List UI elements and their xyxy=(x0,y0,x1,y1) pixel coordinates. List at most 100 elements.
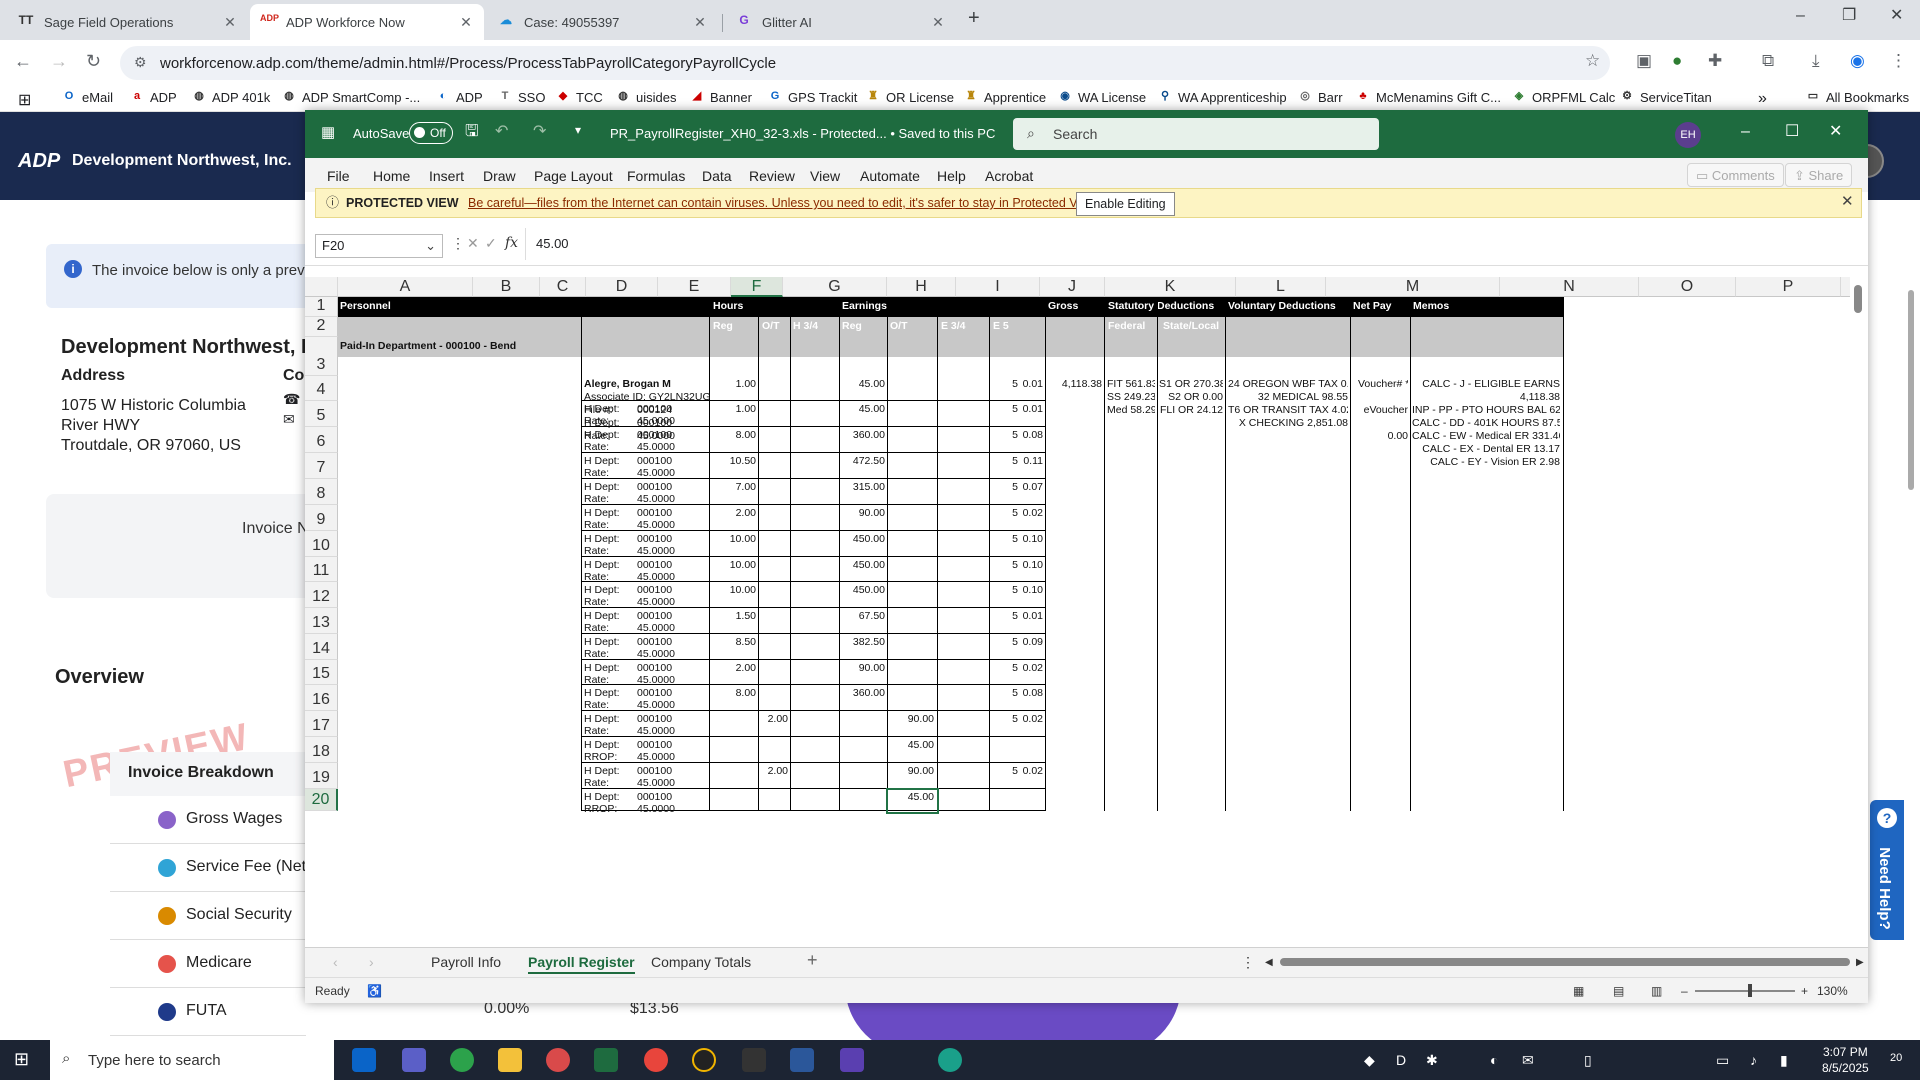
notification-badge[interactable]: 20 xyxy=(1890,1052,1902,1064)
more-bookmarks-icon[interactable]: » xyxy=(1758,90,1767,108)
browser-tab-active[interactable]: ADP ADP Workforce Now ✕ xyxy=(250,4,484,40)
ribbon-tab-draw[interactable]: Draw xyxy=(483,168,516,184)
app-icon[interactable] xyxy=(450,1048,474,1072)
adp-logo[interactable]: ADP xyxy=(18,150,60,173)
spreadsheet-grid[interactable]: ABCDEFGHIJKLMNOPQR 123456789101112131415… xyxy=(305,277,1850,947)
bookmark-item[interactable]: ◐ ADP xyxy=(436,90,483,105)
teams-icon[interactable] xyxy=(402,1048,426,1072)
taskbar-search[interactable]: ⌕ Type here to search xyxy=(50,1040,334,1080)
app-icon[interactable] xyxy=(840,1048,864,1072)
column-header-h[interactable]: H xyxy=(887,277,956,297)
bookmark-item[interactable]: ◍ ADP 401k xyxy=(192,90,270,105)
bookmark-item[interactable]: ◎ Barr xyxy=(1298,90,1342,105)
redo-icon[interactable]: ↷ xyxy=(533,124,546,140)
acrobat-icon[interactable] xyxy=(742,1048,766,1072)
app-icon[interactable] xyxy=(546,1048,570,1072)
ribbon-tab-acrobat[interactable]: Acrobat xyxy=(985,168,1033,184)
browser-tab[interactable]: TT Sage Field Operations ✕ xyxy=(8,4,248,40)
column-header-n[interactable]: N xyxy=(1500,277,1639,297)
bookmark-item[interactable]: ◈ ORPFML Calc xyxy=(1512,90,1616,105)
row-header-18[interactable]: 18 xyxy=(305,737,338,763)
zoom-in-icon[interactable]: + xyxy=(1801,984,1808,998)
cancel-icon[interactable]: ✕ xyxy=(467,236,479,250)
bookmark-star-icon[interactable]: ☆ xyxy=(1585,52,1600,69)
next-sheet-icon[interactable]: › xyxy=(369,954,374,970)
extension-icon[interactable]: ● xyxy=(1672,52,1682,69)
row-header-1[interactable]: 1 xyxy=(305,297,338,317)
need-help-button[interactable]: ? Need Help? xyxy=(1870,800,1904,940)
close-icon[interactable]: ✕ xyxy=(1829,124,1842,140)
tray-icon[interactable]: D xyxy=(1396,1052,1406,1068)
more-icon[interactable]: ⋮ xyxy=(1241,954,1255,971)
row-header-9[interactable]: 9 xyxy=(305,505,338,531)
bookmark-item[interactable]: ◉ WA License xyxy=(1058,90,1146,105)
autosave-toggle[interactable]: Off xyxy=(409,122,453,144)
zoom-slider-knob[interactable] xyxy=(1748,984,1752,997)
bookmark-item[interactable]: ⚙ ServiceTitan xyxy=(1620,90,1712,105)
page-scrollbar[interactable] xyxy=(1908,290,1914,490)
user-avatar[interactable]: EH xyxy=(1675,122,1701,148)
address-bar[interactable]: ⚙ workforcenow.adp.com/theme/admin.html#… xyxy=(120,46,1610,80)
chatgpt-icon[interactable] xyxy=(938,1048,962,1072)
network-icon[interactable]: ▭ xyxy=(1716,1052,1729,1069)
close-window-icon[interactable]: ✕ xyxy=(1890,8,1903,24)
profile-icon[interactable]: ◉ xyxy=(1850,52,1865,69)
vertical-scrollbar[interactable] xyxy=(1854,285,1862,313)
enter-icon[interactable]: ✓ xyxy=(485,236,497,250)
tray-icon[interactable]: ◐ xyxy=(1490,1052,1498,1068)
zoom-slider[interactable] xyxy=(1695,990,1795,992)
close-tab-icon[interactable]: ✕ xyxy=(930,15,946,29)
customize-toolbar-icon[interactable]: ▾ xyxy=(575,124,581,136)
ribbon-tab-file[interactable]: File xyxy=(327,168,350,184)
bookmark-item[interactable]: a ADP xyxy=(130,90,177,105)
row-header-16[interactable]: 16 xyxy=(305,685,338,711)
row-header-19[interactable]: 19 xyxy=(305,763,338,789)
back-icon[interactable]: ← xyxy=(14,52,32,70)
restore-icon[interactable]: ❐ xyxy=(1842,8,1856,24)
column-header-c[interactable]: C xyxy=(540,277,586,297)
ribbon-tab-view[interactable]: View xyxy=(810,168,840,184)
reload-icon[interactable]: ↻ xyxy=(86,52,101,70)
breakdown-item[interactable]: Gross Wages xyxy=(110,796,306,844)
breakdown-item[interactable]: Social Security xyxy=(110,892,306,940)
file-explorer-icon[interactable] xyxy=(498,1048,522,1072)
column-header-k[interactable]: K xyxy=(1105,277,1236,297)
bookmark-item[interactable]: ♣ McMenamins Gift C... xyxy=(1356,90,1501,105)
row-header-17[interactable]: 17 xyxy=(305,711,338,737)
download-icon[interactable]: ⤓ xyxy=(1812,52,1820,69)
microphone-icon[interactable]: ▮ xyxy=(1780,1052,1788,1069)
extension-icon[interactable]: ▣ xyxy=(1636,52,1652,69)
browser-tab[interactable]: G Glitter AI ✕ xyxy=(726,4,956,40)
column-header-g[interactable]: G xyxy=(783,277,887,297)
column-header-e[interactable]: E xyxy=(658,277,731,297)
scroll-right-icon[interactable]: ▶ xyxy=(1856,957,1864,968)
column-header-m[interactable]: M xyxy=(1326,277,1500,297)
column-header-l[interactable]: L xyxy=(1236,277,1326,297)
taskbar-clock[interactable]: 3:07 PM 8/5/2025 xyxy=(1822,1044,1869,1076)
word-icon[interactable] xyxy=(790,1048,814,1072)
tray-icon[interactable]: ✉ xyxy=(1522,1052,1534,1069)
function-icon[interactable]: fx xyxy=(505,236,518,250)
browser-tab[interactable]: ☁ Case: 49055397 ✕ xyxy=(488,4,718,40)
ribbon-tab-automate[interactable]: Automate xyxy=(860,168,920,184)
bookmark-item[interactable]: ◍ ADP SmartComp -... xyxy=(282,90,420,105)
tab-search-icon[interactable]: ⧉ xyxy=(1762,52,1774,69)
bookmark-item[interactable]: OeMail xyxy=(62,90,113,105)
breakdown-item[interactable]: FUTA xyxy=(110,988,306,1036)
row-header-2[interactable]: 2 xyxy=(305,317,338,337)
accessibility-icon[interactable]: ♿ xyxy=(367,984,382,998)
close-tab-icon[interactable]: ✕ xyxy=(458,15,474,29)
column-header-o[interactable]: O xyxy=(1639,277,1736,297)
prev-sheet-icon[interactable]: ‹ xyxy=(333,954,338,970)
close-tab-icon[interactable]: ✕ xyxy=(692,15,708,29)
new-tab-icon[interactable]: + xyxy=(968,8,980,28)
volume-icon[interactable]: ♪ xyxy=(1750,1052,1757,1068)
bookmark-item[interactable]: ♜ Apprentice xyxy=(964,90,1046,105)
save-icon[interactable]: 🖫 xyxy=(465,124,479,140)
column-header-b[interactable]: B xyxy=(473,277,540,297)
bookmark-item[interactable]: ⚲ WA Apprenticeship xyxy=(1158,90,1287,105)
ribbon-tab-home[interactable]: Home xyxy=(373,168,410,184)
sheet-tab[interactable]: Company Totals xyxy=(651,954,751,970)
row-header-5[interactable]: 5 xyxy=(305,401,338,427)
maximize-icon[interactable]: ☐ xyxy=(1785,124,1799,140)
